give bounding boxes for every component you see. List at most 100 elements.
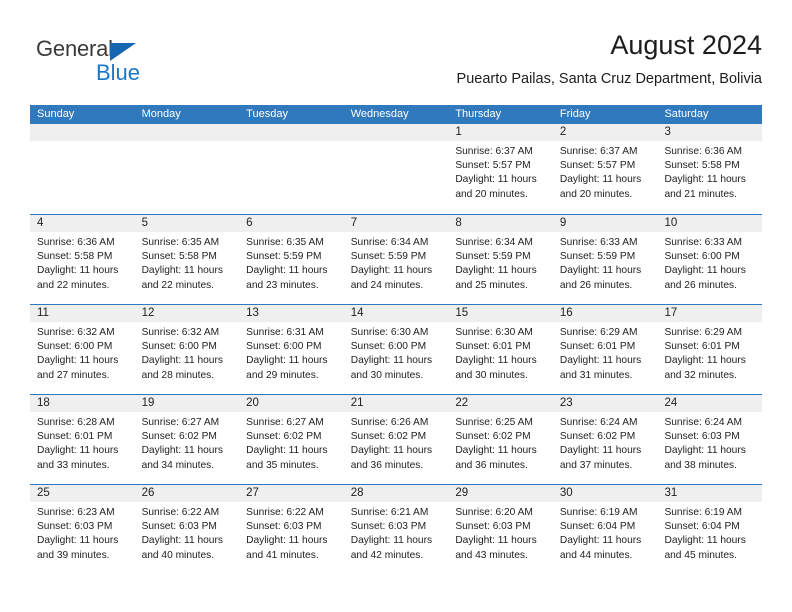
day-cell[interactable]: 27 Sunrise: 6:22 AM Sunset: 6:03 PM Dayligh… — [239, 485, 344, 574]
day-detail-line: Sunset: 6:04 PM — [664, 521, 740, 533]
day-detail-line: Sunrise: 6:28 AM — [37, 417, 115, 428]
day-detail-line: and 24 minutes. — [350, 279, 424, 291]
day-number: 31 — [657, 485, 763, 502]
day-cell[interactable]: 19 Sunrise: 6:27 AM Sunset: 6:02 PM Dayligh… — [134, 395, 240, 484]
day-cell[interactable]: 20 Sunrise: 6:27 AM Sunset: 6:02 PM Dayligh… — [239, 395, 344, 484]
day-cell[interactable]: 24 Sunrise: 6:24 AM Sunset: 6:03 PM Dayligh… — [657, 395, 763, 484]
day-number: 25 — [30, 485, 135, 502]
day-detail-line: Sunset: 5:57 PM — [559, 160, 636, 172]
day-cell[interactable]: 31 Sunrise: 6:19 AM Sunset: 6:04 PM Dayligh… — [657, 485, 763, 574]
day-number: 17 — [657, 305, 763, 322]
day-cell[interactable]: 22 Sunrise: 6:25 AM Sunset: 6:02 PM Dayligh… — [448, 395, 553, 484]
day-detail-line: Sunrise: 6:27 AM — [246, 417, 324, 428]
day-number: 2 — [552, 124, 658, 141]
day-cell[interactable]: 7 Sunrise: 6:34 AM Sunset: 5:59 PM Daylight… — [343, 215, 449, 304]
day-detail-line: Daylight: 11 hours — [246, 535, 328, 547]
day-cell[interactable]: 26 Sunrise: 6:22 AM Sunset: 6:03 PM Dayligh… — [134, 485, 240, 574]
day-cell[interactable]: 18 Sunrise: 6:28 AM Sunset: 6:01 PM Dayligh… — [30, 395, 135, 484]
day-detail-line: and 22 minutes. — [37, 279, 110, 291]
day-details: Sunrise: 6:30 AM Sunset: 6:01 PM Daylight:… — [448, 322, 553, 383]
day-detail-line: Daylight: 11 hours — [246, 445, 328, 457]
day-number: 15 — [448, 305, 553, 322]
day-number: 11 — [30, 305, 135, 322]
brand-logo[interactable]: General Blue — [36, 36, 236, 94]
day-detail-line: Sunrise: 6:36 AM — [37, 237, 115, 248]
day-detail-line: Sunset: 5:57 PM — [455, 160, 531, 172]
day-cell[interactable]: 25 Sunrise: 6:23 AM Sunset: 6:03 PM Dayligh… — [30, 485, 135, 574]
day-cell-empty — [30, 124, 135, 214]
day-cell[interactable]: 23 Sunrise: 6:24 AM Sunset: 6:02 PM Dayligh… — [552, 395, 658, 484]
day-cell[interactable]: 11 Sunrise: 6:32 AM Sunset: 6:00 PM Dayligh… — [30, 305, 135, 394]
day-cell[interactable]: 16 Sunrise: 6:29 AM Sunset: 6:01 PM Dayligh… — [552, 305, 658, 394]
day-details: Sunrise: 6:29 AM Sunset: 6:01 PM Daylight:… — [657, 322, 762, 383]
day-cell[interactable]: 9 Sunrise: 6:33 AM Sunset: 5:59 PM Daylight… — [552, 215, 658, 304]
weekday-header-row: Sunday Monday Tuesday Wednesday Thursday Frid… — [30, 105, 762, 124]
day-cell[interactable]: 1 Sunrise: 6:37 AM Sunset: 5:57 PM Daylight… — [448, 124, 553, 214]
day-cell[interactable]: 29 Sunrise: 6:20 AM Sunset: 6:03 PM Dayligh… — [448, 485, 553, 574]
day-detail-line: Daylight: 11 hours — [664, 355, 746, 367]
day-cell[interactable]: 15 Sunrise: 6:30 AM Sunset: 6:01 PM Dayligh… — [448, 305, 553, 394]
day-detail-line: Daylight: 11 hours — [559, 265, 642, 277]
day-cell[interactable]: 3 Sunrise: 6:36 AM Sunset: 5:58 PM Daylight… — [657, 124, 763, 214]
day-cell[interactable]: 12 Sunrise: 6:32 AM Sunset: 6:00 PM Dayligh… — [134, 305, 240, 394]
day-detail-line: and 22 minutes. — [141, 279, 215, 291]
day-detail-line: Sunset: 6:02 PM — [559, 431, 636, 443]
day-detail-line: Sunset: 6:00 PM — [246, 341, 322, 353]
day-detail-line: Daylight: 11 hours — [664, 445, 746, 457]
day-detail-line: Sunrise: 6:31 AM — [246, 327, 324, 338]
day-detail-line: and 23 minutes. — [246, 279, 319, 291]
day-details: Sunrise: 6:24 AM Sunset: 6:03 PM Daylight:… — [657, 412, 762, 473]
day-details: Sunrise: 6:35 AM Sunset: 5:59 PM Daylight:… — [239, 232, 344, 293]
day-detail-line: Sunset: 6:01 PM — [559, 341, 636, 353]
day-detail-line: and 40 minutes. — [141, 549, 215, 561]
day-number: 19 — [134, 395, 240, 412]
calendar-grid: Sunday Monday Tuesday Wednesday Thursday Frid… — [30, 105, 763, 574]
day-detail-line: Sunrise: 6:32 AM — [37, 327, 115, 338]
day-detail-line: Sunset: 5:59 PM — [350, 251, 427, 263]
day-cell[interactable]: 6 Sunrise: 6:35 AM Sunset: 5:59 PM Daylight… — [239, 215, 344, 304]
day-cell-empty — [134, 124, 240, 214]
day-detail-line: Daylight: 11 hours — [455, 535, 537, 547]
day-cell[interactable]: 17 Sunrise: 6:29 AM Sunset: 6:01 PM Dayligh… — [657, 305, 763, 394]
calendar-week-row: 25 Sunrise: 6:23 AM Sunset: 6:03 PM Dayligh… — [30, 484, 763, 574]
day-detail-line: and 42 minutes. — [350, 549, 424, 561]
day-detail-line: and 29 minutes. — [246, 369, 319, 381]
day-detail-line: and 39 minutes. — [37, 549, 110, 561]
day-cell[interactable]: 8 Sunrise: 6:34 AM Sunset: 5:59 PM Daylight… — [448, 215, 553, 304]
day-detail-line: Daylight: 11 hours — [246, 355, 328, 367]
day-details: Sunrise: 6:32 AM Sunset: 6:00 PM Daylight:… — [135, 322, 240, 383]
day-cell[interactable]: 5 Sunrise: 6:35 AM Sunset: 5:58 PM Daylight… — [134, 215, 240, 304]
day-detail-line: and 41 minutes. — [246, 549, 319, 561]
day-number: 29 — [448, 485, 553, 502]
day-details: Sunrise: 6:36 AM Sunset: 5:58 PM Daylight:… — [30, 232, 135, 293]
title-block: August 2024 Puearto Pailas, Santa Cruz D… — [457, 28, 762, 88]
day-detail-line: Sunset: 6:00 PM — [664, 251, 740, 263]
day-number: 27 — [239, 485, 344, 502]
day-detail-line: Daylight: 11 hours — [664, 174, 746, 186]
day-number: 20 — [239, 395, 344, 412]
day-detail-line: Daylight: 11 hours — [559, 174, 642, 186]
day-number: 4 — [30, 215, 135, 232]
day-detail-line: Daylight: 11 hours — [664, 535, 746, 547]
day-cell[interactable]: 21 Sunrise: 6:26 AM Sunset: 6:02 PM Dayligh… — [343, 395, 449, 484]
day-detail-line: Daylight: 11 hours — [141, 355, 223, 367]
day-cell[interactable]: 13 Sunrise: 6:31 AM Sunset: 6:00 PM Dayligh… — [239, 305, 344, 394]
weekday-header-sunday: Sunday — [37, 108, 75, 120]
day-detail-line: Sunrise: 6:36 AM — [664, 146, 743, 157]
day-detail-line: Sunset: 6:02 PM — [455, 431, 531, 443]
day-detail-line: Sunset: 5:59 PM — [559, 251, 636, 263]
calendar-weeks: 1 Sunrise: 6:37 AM Sunset: 5:57 PM Daylight… — [30, 124, 763, 574]
day-number: 10 — [657, 215, 763, 232]
day-cell[interactable]: 2 Sunrise: 6:37 AM Sunset: 5:57 PM Daylight… — [552, 124, 658, 214]
day-details — [239, 141, 344, 145]
day-cell[interactable]: 4 Sunrise: 6:36 AM Sunset: 5:58 PM Daylight… — [30, 215, 135, 304]
day-details: Sunrise: 6:36 AM Sunset: 5:58 PM Daylight:… — [657, 141, 762, 202]
day-detail-line: Sunset: 6:00 PM — [141, 341, 217, 353]
day-detail-line: and 33 minutes. — [37, 459, 110, 471]
day-cell[interactable]: 10 Sunrise: 6:33 AM Sunset: 6:00 PM Dayligh… — [657, 215, 763, 304]
day-cell[interactable]: 30 Sunrise: 6:19 AM Sunset: 6:04 PM Dayligh… — [552, 485, 658, 574]
day-cell[interactable]: 14 Sunrise: 6:30 AM Sunset: 6:00 PM Dayligh… — [343, 305, 449, 394]
day-detail-line: Sunset: 6:03 PM — [37, 521, 113, 533]
day-cell[interactable]: 28 Sunrise: 6:21 AM Sunset: 6:03 PM Dayligh… — [343, 485, 449, 574]
day-detail-line: Sunset: 6:02 PM — [246, 431, 322, 443]
